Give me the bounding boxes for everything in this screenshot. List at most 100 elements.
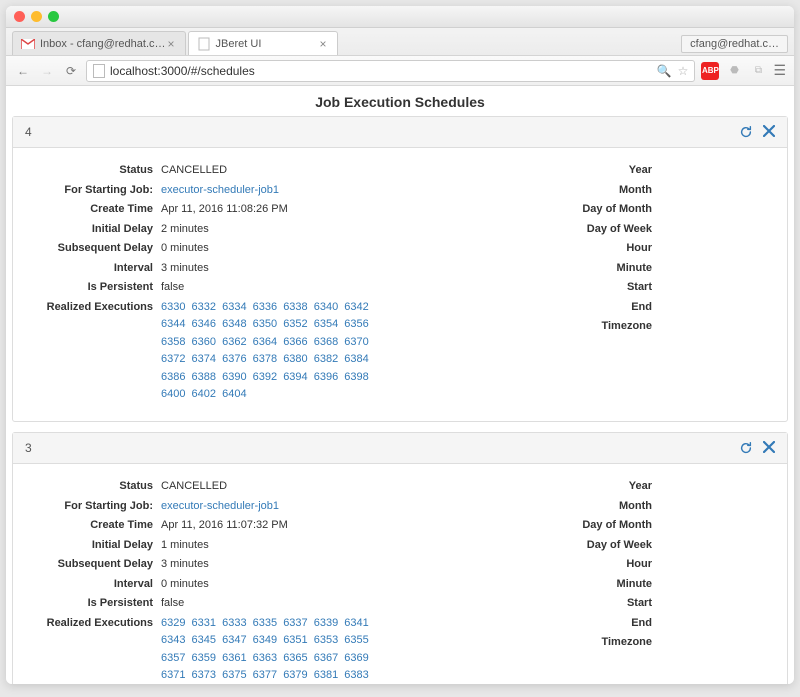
execution-link[interactable]: 6386 [161, 371, 185, 383]
delete-icon[interactable] [763, 441, 775, 455]
tab-inbox[interactable]: Inbox - cfang@redhat.c… × [12, 31, 186, 55]
execution-link[interactable]: 6370 [344, 336, 368, 348]
execution-link[interactable]: 6353 [314, 634, 338, 646]
bookmark-icon[interactable]: ☆ [678, 64, 689, 78]
field-value [660, 595, 769, 612]
execution-link[interactable]: 6337 [283, 617, 307, 629]
execution-link[interactable]: 6365 [283, 652, 307, 664]
execution-link[interactable]: 6343 [161, 634, 185, 646]
execution-link[interactable]: 6367 [314, 652, 338, 664]
execution-link[interactable]: 6333 [222, 617, 246, 629]
execution-link[interactable]: 6372 [161, 353, 185, 365]
menu-button[interactable]: ☰ [773, 62, 786, 79]
forward-button[interactable]: → [38, 64, 56, 78]
execution-link[interactable]: 6383 [344, 669, 368, 681]
panel-heading[interactable]: 4 [13, 117, 787, 148]
execution-link[interactable]: 6348 [222, 318, 246, 330]
execution-link[interactable]: 6363 [253, 652, 277, 664]
execution-link[interactable]: 6377 [253, 669, 277, 681]
execution-link[interactable]: 6329 [161, 617, 185, 629]
executions-list: 6330 6332 6334 6336 6338 6340 6342 6344 … [161, 299, 391, 405]
execution-link[interactable]: 6382 [314, 353, 338, 365]
execution-link[interactable]: 6347 [222, 634, 246, 646]
window-minimize-button[interactable] [31, 11, 42, 22]
back-button[interactable]: ← [14, 64, 32, 78]
execution-link[interactable]: 6356 [344, 318, 368, 330]
execution-link[interactable]: 6381 [314, 669, 338, 681]
window-zoom-button[interactable] [48, 11, 59, 22]
execution-link[interactable]: 6354 [314, 318, 338, 330]
execution-link[interactable]: 6376 [222, 353, 246, 365]
execution-link[interactable]: 6330 [161, 301, 185, 313]
execution-link[interactable]: 6402 [192, 388, 216, 400]
execution-link[interactable]: 6400 [161, 388, 185, 400]
execution-link[interactable]: 6338 [283, 301, 307, 313]
execution-link[interactable]: 6384 [344, 353, 368, 365]
refresh-icon[interactable] [739, 441, 753, 455]
extension-icon[interactable]: ⬣ [725, 62, 743, 80]
abp-extension-icon[interactable]: ABP [701, 62, 719, 80]
field-value: false [161, 595, 400, 612]
user-badge[interactable]: cfang@redhat.c… [681, 35, 788, 53]
execution-link[interactable]: 6364 [253, 336, 277, 348]
execution-link[interactable]: 6357 [161, 652, 185, 664]
field-value[interactable]: executor-scheduler-job1 [161, 498, 400, 515]
execution-link[interactable]: 6360 [192, 336, 216, 348]
delete-icon[interactable] [763, 125, 775, 139]
execution-link[interactable]: 6378 [253, 353, 277, 365]
execution-link[interactable]: 6345 [192, 634, 216, 646]
field-value [660, 576, 769, 593]
execution-link[interactable]: 6374 [192, 353, 216, 365]
execution-link[interactable]: 6388 [192, 371, 216, 383]
execution-link[interactable]: 6361 [222, 652, 246, 664]
execution-link[interactable]: 6375 [222, 669, 246, 681]
tab-close-icon[interactable]: × [166, 37, 177, 51]
panel-heading[interactable]: 3 [13, 433, 787, 464]
execution-link[interactable]: 6341 [344, 617, 368, 629]
field-value[interactable]: executor-scheduler-job1 [161, 182, 400, 199]
execution-link[interactable]: 6366 [283, 336, 307, 348]
address-bar[interactable]: 🔍 ☆ [86, 60, 695, 82]
execution-link[interactable]: 6394 [283, 371, 307, 383]
execution-link[interactable]: 6362 [222, 336, 246, 348]
execution-link[interactable]: 6368 [314, 336, 338, 348]
refresh-icon[interactable] [739, 125, 753, 139]
execution-link[interactable]: 6380 [283, 353, 307, 365]
execution-link[interactable]: 6396 [314, 371, 338, 383]
execution-link[interactable]: 6358 [161, 336, 185, 348]
schedule-id: 4 [25, 125, 32, 139]
execution-link[interactable]: 6398 [344, 371, 368, 383]
tab-close-icon[interactable]: × [318, 37, 329, 51]
execution-link[interactable]: 6404 [222, 388, 246, 400]
execution-link[interactable]: 6346 [192, 318, 216, 330]
execution-link[interactable]: 6392 [253, 371, 277, 383]
execution-link[interactable]: 6335 [253, 617, 277, 629]
execution-link[interactable]: 6332 [192, 301, 216, 313]
execution-link[interactable]: 6355 [344, 634, 368, 646]
execution-link[interactable]: 6339 [314, 617, 338, 629]
execution-link[interactable]: 6342 [344, 301, 368, 313]
execution-link[interactable]: 6349 [253, 634, 277, 646]
execution-link[interactable]: 6336 [253, 301, 277, 313]
field-value: 0 minutes [161, 576, 400, 593]
zoom-icon[interactable]: 🔍 [657, 64, 672, 78]
execution-link[interactable]: 6352 [283, 318, 307, 330]
execution-link[interactable]: 6359 [192, 652, 216, 664]
execution-link[interactable]: 6390 [222, 371, 246, 383]
reload-button[interactable]: ⟳ [62, 64, 80, 78]
field-value [660, 634, 769, 651]
execution-link[interactable]: 6379 [283, 669, 307, 681]
execution-link[interactable]: 6369 [344, 652, 368, 664]
address-input[interactable] [110, 64, 657, 78]
execution-link[interactable]: 6340 [314, 301, 338, 313]
window-close-button[interactable] [14, 11, 25, 22]
tab-jberet[interactable]: JBeret UI × [188, 31, 338, 55]
execution-link[interactable]: 6350 [253, 318, 277, 330]
execution-link[interactable]: 6344 [161, 318, 185, 330]
execution-link[interactable]: 6351 [283, 634, 307, 646]
execution-link[interactable]: 6334 [222, 301, 246, 313]
extension-icon[interactable]: ⧉ [749, 62, 767, 80]
execution-link[interactable]: 6371 [161, 669, 185, 681]
execution-link[interactable]: 6373 [192, 669, 216, 681]
execution-link[interactable]: 6331 [192, 617, 216, 629]
